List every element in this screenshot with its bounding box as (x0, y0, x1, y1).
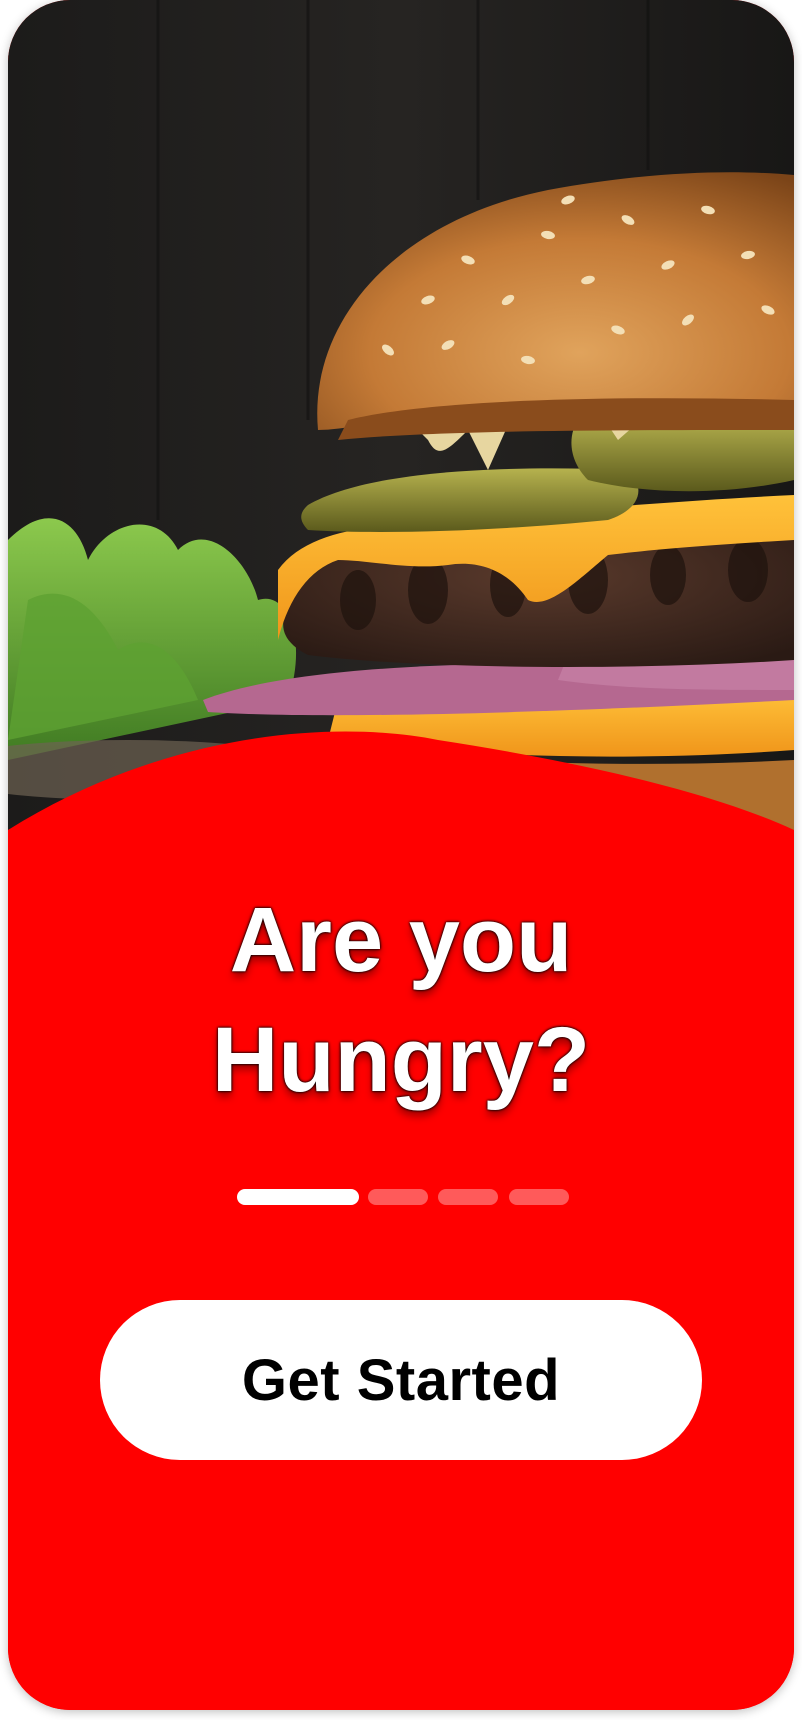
title-line-1: Are you (229, 889, 573, 991)
hero-burger-image (8, 0, 794, 830)
page-title: Are you Hungry? (8, 880, 794, 1120)
page-dot-2[interactable] (368, 1189, 428, 1205)
phone-screen: Are you Hungry? Get Started (8, 0, 794, 1710)
title-line-2: Hungry? (211, 1009, 591, 1111)
page-dot-4[interactable] (509, 1189, 569, 1205)
page-dot-1-active[interactable] (237, 1189, 359, 1205)
page-dot-3[interactable] (438, 1189, 498, 1205)
get-started-button[interactable]: Get Started (100, 1300, 702, 1460)
